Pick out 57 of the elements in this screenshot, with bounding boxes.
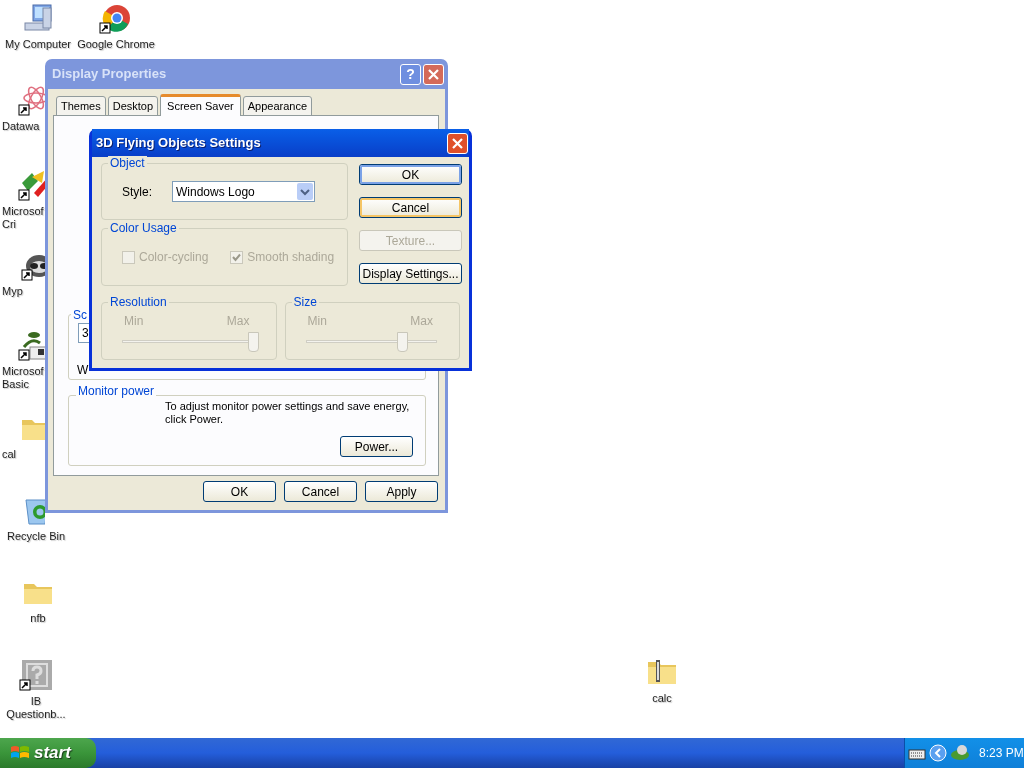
description-text: W xyxy=(77,362,89,379)
power-button[interactable]: Power... xyxy=(340,436,413,457)
close-button[interactable] xyxy=(447,132,468,154)
icon-label: calc xyxy=(652,692,672,705)
description-text: To adjust monitor power settings and save energy, click Power. xyxy=(165,400,411,426)
clock: 8:23 PM xyxy=(979,745,1024,762)
min-label: Min xyxy=(307,313,327,330)
close-icon xyxy=(428,68,439,80)
tab[interactable]: Themes xyxy=(56,96,106,116)
close-icon xyxy=(452,137,463,149)
icon-label: Datawa xyxy=(1,120,40,133)
window-title: Display Properties xyxy=(52,65,168,84)
style-dropdown[interactable]: Windows Logo xyxy=(172,181,315,202)
icon-label: IB xyxy=(30,695,42,708)
dialog-button[interactable]: OK xyxy=(203,481,276,502)
tab[interactable]: Screen Saver xyxy=(160,94,241,116)
group-title: Resolution xyxy=(108,295,169,309)
icon-label: My Computer xyxy=(5,38,71,51)
flower-icon[interactable] xyxy=(18,84,45,116)
chevron-left-icon[interactable] xyxy=(929,744,947,762)
network-icon[interactable] xyxy=(950,744,970,762)
dropdown-value: Windows Logo xyxy=(176,183,255,201)
checkbox-label: Color-cycling xyxy=(139,249,209,266)
dialog-button[interactable]: OK xyxy=(359,164,462,185)
group-title: Color Usage xyxy=(108,221,179,235)
group-title: Object xyxy=(108,156,147,170)
icon-label: Questionb... xyxy=(6,708,66,721)
dialog-button[interactable]: Cancel xyxy=(284,481,357,502)
question-icon[interactable] xyxy=(19,659,53,691)
icon-label: nfb xyxy=(30,612,46,625)
icon-label: Google Chrome xyxy=(77,38,155,51)
min-label: Min xyxy=(124,313,144,330)
shapes-icon[interactable] xyxy=(18,169,45,201)
start-button[interactable]: start xyxy=(0,738,96,768)
max-label: Max xyxy=(226,313,250,330)
icon-label: Cri xyxy=(1,218,17,231)
icon-label: Microsof xyxy=(1,205,44,218)
field-label: Style: xyxy=(122,183,152,201)
dialog-button[interactable]: Apply xyxy=(365,481,438,502)
plant-icon[interactable] xyxy=(18,329,45,361)
icon-label: Recycle Bin xyxy=(6,530,66,543)
icon-label: Myp xyxy=(1,285,23,298)
checkbox-label: Smooth shading xyxy=(247,249,335,266)
icon-label: Microsof xyxy=(1,365,44,378)
computer-icon[interactable] xyxy=(21,2,55,34)
tab[interactable]: Appearance xyxy=(242,96,313,116)
dialog-button[interactable]: Display Settings... xyxy=(359,263,462,284)
dialog-button[interactable]: Cancel xyxy=(359,197,462,218)
tab[interactable]: Desktop xyxy=(107,96,159,116)
dialog-title: 3D Flying Objects Settings xyxy=(96,134,262,153)
icon-label: cal xyxy=(1,448,17,461)
keyboard-icon[interactable] xyxy=(908,746,926,760)
max-label: Max xyxy=(410,313,433,330)
browser-icon[interactable] xyxy=(99,2,133,34)
group-title: Size xyxy=(291,295,319,309)
icon-label: Basic xyxy=(1,378,29,391)
close-button[interactable] xyxy=(423,63,444,85)
